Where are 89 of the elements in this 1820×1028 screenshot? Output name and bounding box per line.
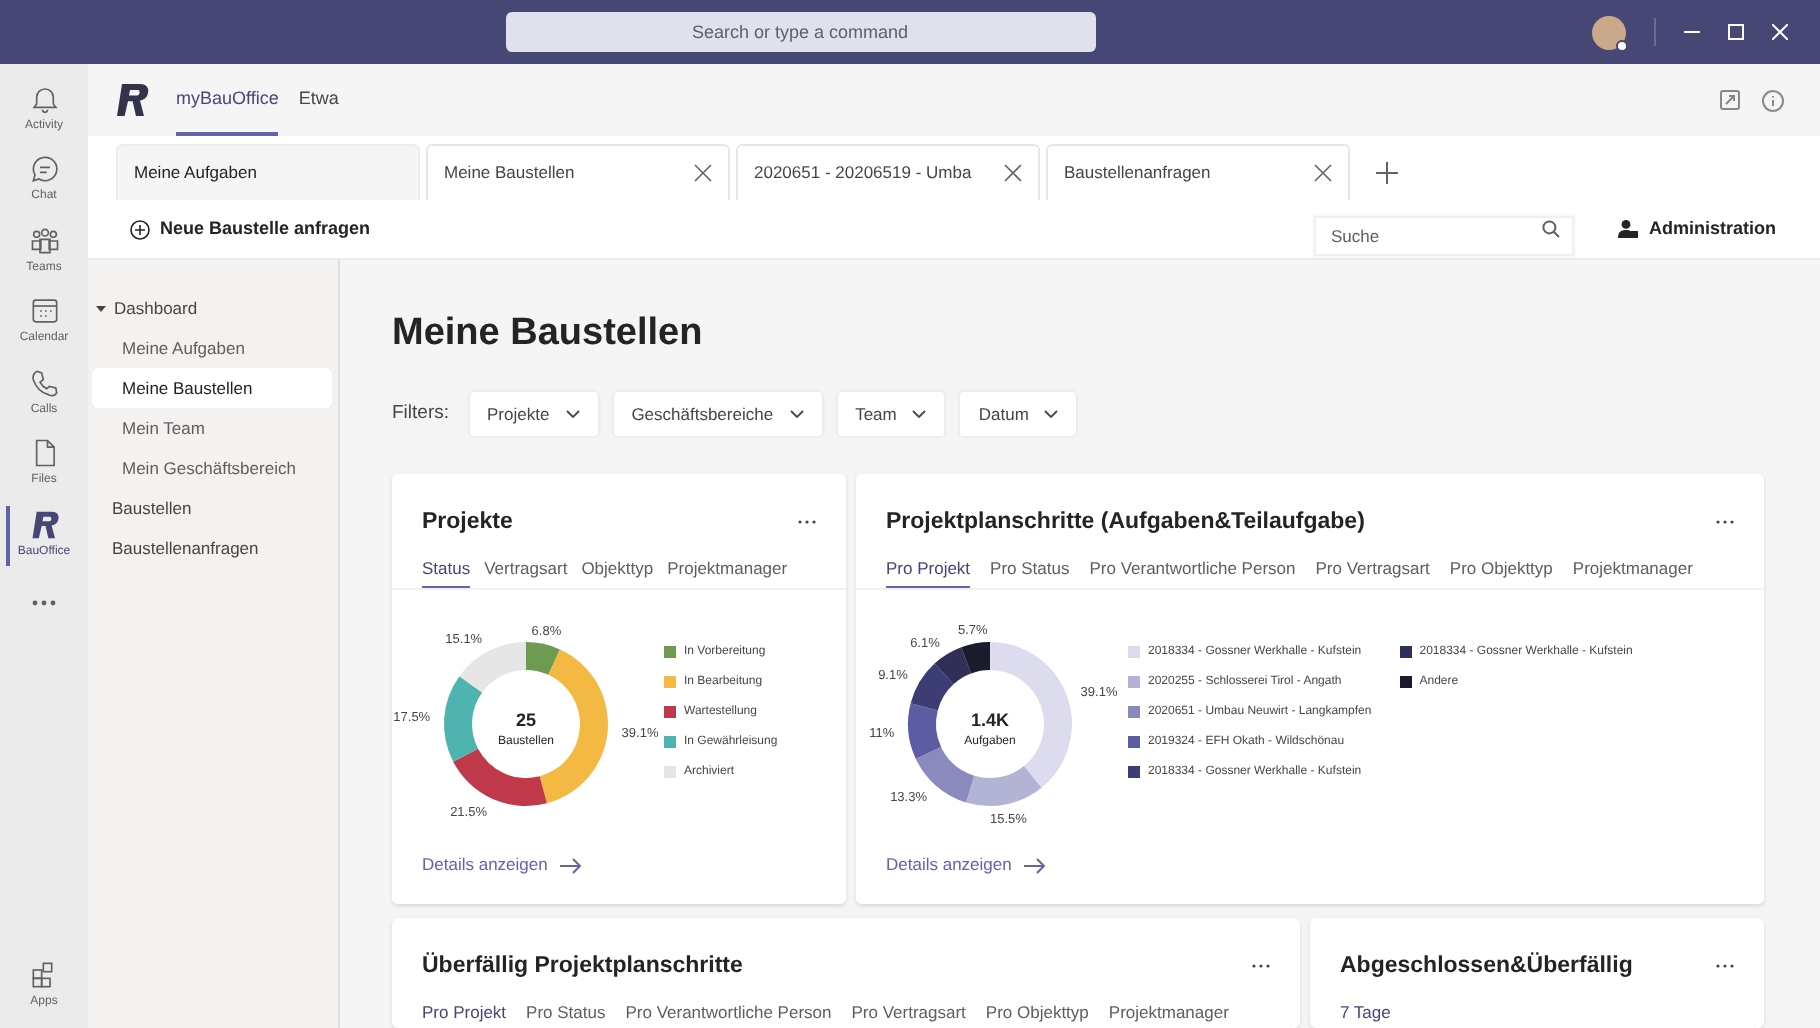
card-tab[interactable]: Projektmanager <box>1572 556 1693 588</box>
add-tab-icon[interactable] <box>1376 162 1398 184</box>
card-tab[interactable]: Status <box>422 556 471 588</box>
filter-dropdown[interactable]: Team <box>837 392 945 436</box>
phone-icon <box>29 367 59 398</box>
filter-dropdown[interactable]: Projekte <box>469 392 598 436</box>
arrow-right-icon <box>559 857 582 874</box>
card-tab[interactable]: Pro Vertragsart <box>1315 556 1430 588</box>
chat-icon <box>29 154 59 185</box>
page-tab[interactable]: 2020651 - 20206519 - Umba <box>736 144 1040 200</box>
legend-swatch <box>1128 736 1140 748</box>
card-title: Projektplanschritte (Aufgaben&Teilaufgabe) <box>886 508 1365 536</box>
card-tab[interactable]: Pro Status <box>990 556 1070 588</box>
user-admin-icon <box>1618 220 1639 238</box>
chevron-down-icon <box>565 410 580 418</box>
close-tab-icon[interactable] <box>694 164 712 182</box>
legend-swatch <box>1128 676 1140 688</box>
legend-swatch <box>1128 706 1140 718</box>
page-title: Meine Baustellen <box>392 310 705 358</box>
card-tab[interactable]: Pro Objekttyp <box>985 1000 1089 1028</box>
page-tab[interactable]: Meine Aufgaben <box>116 144 420 200</box>
card-tab[interactable]: Projektmanager <box>1108 1000 1229 1028</box>
close-icon[interactable] <box>1772 24 1788 40</box>
sidebar-item[interactable]: Baustellen <box>92 488 332 528</box>
card-tab[interactable]: Vertragsart <box>484 556 568 588</box>
app-tab[interactable]: Etwa <box>298 64 339 136</box>
arrow-right-icon <box>1023 857 1046 874</box>
sidebar-item[interactable]: Mein Geschäftsbereich <box>92 448 332 488</box>
legend-swatch <box>664 646 676 658</box>
details-link[interactable]: Details anzeigen <box>886 852 1046 878</box>
avatar[interactable] <box>1592 15 1626 49</box>
maximize-icon[interactable] <box>1728 24 1744 40</box>
sidebar-item[interactable]: Mein Team <box>92 408 332 448</box>
donut-slice <box>934 647 972 685</box>
center-value: 1.4K <box>971 710 1009 730</box>
card-tab[interactable]: Pro Verantwortliche Person <box>625 1000 832 1028</box>
minimize-icon[interactable] <box>1684 30 1700 34</box>
plus-circle-icon <box>130 219 150 239</box>
calendar-icon <box>29 296 59 327</box>
card-tab[interactable]: Objekttyp <box>581 556 654 588</box>
bell-icon <box>29 83 59 114</box>
caret-icon <box>96 303 106 313</box>
search-field[interactable]: Suche <box>1314 215 1575 255</box>
legend-swatch <box>1399 646 1412 658</box>
donut-slice <box>910 663 954 711</box>
command-search-field[interactable]: Search or type a command <box>505 12 1095 52</box>
page-tab[interactable]: Meine Baustellen <box>426 144 730 200</box>
sidebar-item[interactable]: Meine Aufgaben <box>92 328 332 368</box>
page-tab[interactable]: Baustellenanfragen <box>1046 144 1350 200</box>
more-apps-icon[interactable] <box>32 599 56 605</box>
sidebar-item[interactable]: Meine Baustellen <box>92 368 332 408</box>
app-logo <box>116 84 150 116</box>
card-title: Abgeschlossen&Überfällig <box>1340 952 1633 980</box>
new-site-request-button[interactable]: Neue Baustelle anfragen <box>130 215 371 243</box>
filters-label: Filters: <box>392 399 449 428</box>
card-tab[interactable]: Pro Objekttyp <box>1449 556 1553 588</box>
card-tab[interactable]: Pro Projekt <box>886 556 971 588</box>
legend-swatch <box>664 766 676 778</box>
card-tab[interactable]: Pro Status <box>526 1000 606 1028</box>
legend-swatch <box>664 676 676 688</box>
chevron-down-icon <box>912 410 927 418</box>
close-tab-icon[interactable] <box>1314 164 1332 182</box>
card-tab[interactable]: Pro Verantwortliche Person <box>1089 556 1296 588</box>
details-link[interactable]: Details anzeigen <box>422 852 582 878</box>
people-icon <box>29 225 59 256</box>
administration-button[interactable]: Administration <box>1618 215 1776 243</box>
legend-swatch <box>1128 766 1140 778</box>
info-icon[interactable] <box>1762 89 1784 111</box>
card-tab[interactable]: Pro Vertragsart <box>851 1000 966 1028</box>
search-icon <box>1542 220 1561 238</box>
legend-swatch <box>664 706 676 718</box>
filter-dropdown[interactable]: Geschäftsbereiche <box>613 392 822 436</box>
card-tab[interactable]: Projektmanager <box>667 556 788 588</box>
chevron-down-icon <box>1044 410 1059 418</box>
close-tab-icon[interactable] <box>1004 164 1022 182</box>
legend-swatch <box>1128 646 1140 658</box>
filter-dropdown[interactable]: Datum <box>960 392 1077 436</box>
sidebar-item[interactable]: Baustellenanfragen <box>92 528 332 568</box>
center-value: 25 <box>516 710 536 730</box>
card-tab[interactable]: Pro Projekt <box>422 1000 507 1028</box>
card-title: Überfällig Projektplanschritte <box>422 952 743 980</box>
legend-swatch <box>1399 676 1412 688</box>
card-title: Projekte <box>422 508 513 536</box>
card-tab[interactable]: 7 Tage <box>1340 1000 1391 1028</box>
app-logo-icon <box>29 509 59 540</box>
chevron-down-icon <box>789 410 804 418</box>
sidebar-item[interactable]: Dashboard <box>92 288 332 328</box>
popout-icon[interactable] <box>1720 90 1740 110</box>
legend-swatch <box>664 736 676 748</box>
